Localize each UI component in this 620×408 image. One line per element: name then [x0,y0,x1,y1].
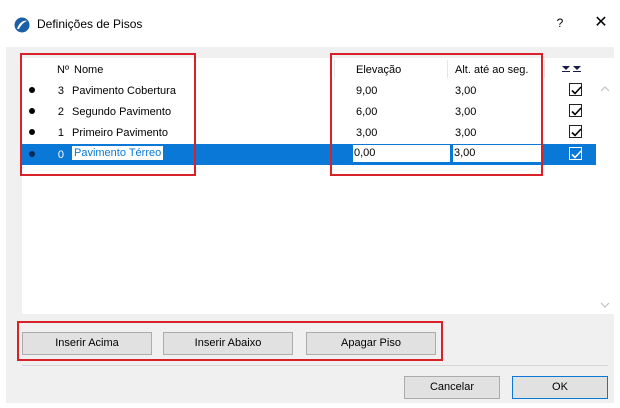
story-visibility-checkbox[interactable] [569,104,582,117]
cancel-button[interactable]: Cancelar [404,376,500,399]
insert-below-button[interactable]: Inserir Abaixo [163,332,293,355]
dialog-title: Definições de Pisos [37,17,143,31]
story-visibility-checkbox[interactable] [569,125,582,138]
close-button[interactable]: ✕ [592,14,610,32]
vertical-scrollbar[interactable] [596,80,614,314]
double-chevron-down-icon[interactable] [561,63,585,75]
insert-above-button[interactable]: Inserir Acima [22,332,152,355]
highlight-box-name-column [20,53,196,176]
story-visibility-checkbox[interactable] [569,83,582,96]
column-divider[interactable] [544,60,545,78]
chevron-down-icon[interactable] [600,300,610,310]
story-visibility-checkbox[interactable] [569,147,582,160]
chevron-up-icon[interactable] [600,84,610,94]
divider [22,365,608,366]
ok-button[interactable]: OK [512,376,608,399]
archicad-logo-icon [14,17,30,33]
dialog-titlebar: Definições de Pisos ? ✕ [0,0,620,46]
help-button[interactable]: ? [552,16,568,32]
highlight-box-elevation-columns [330,53,543,176]
delete-floor-button[interactable]: Apagar Piso [306,332,436,355]
